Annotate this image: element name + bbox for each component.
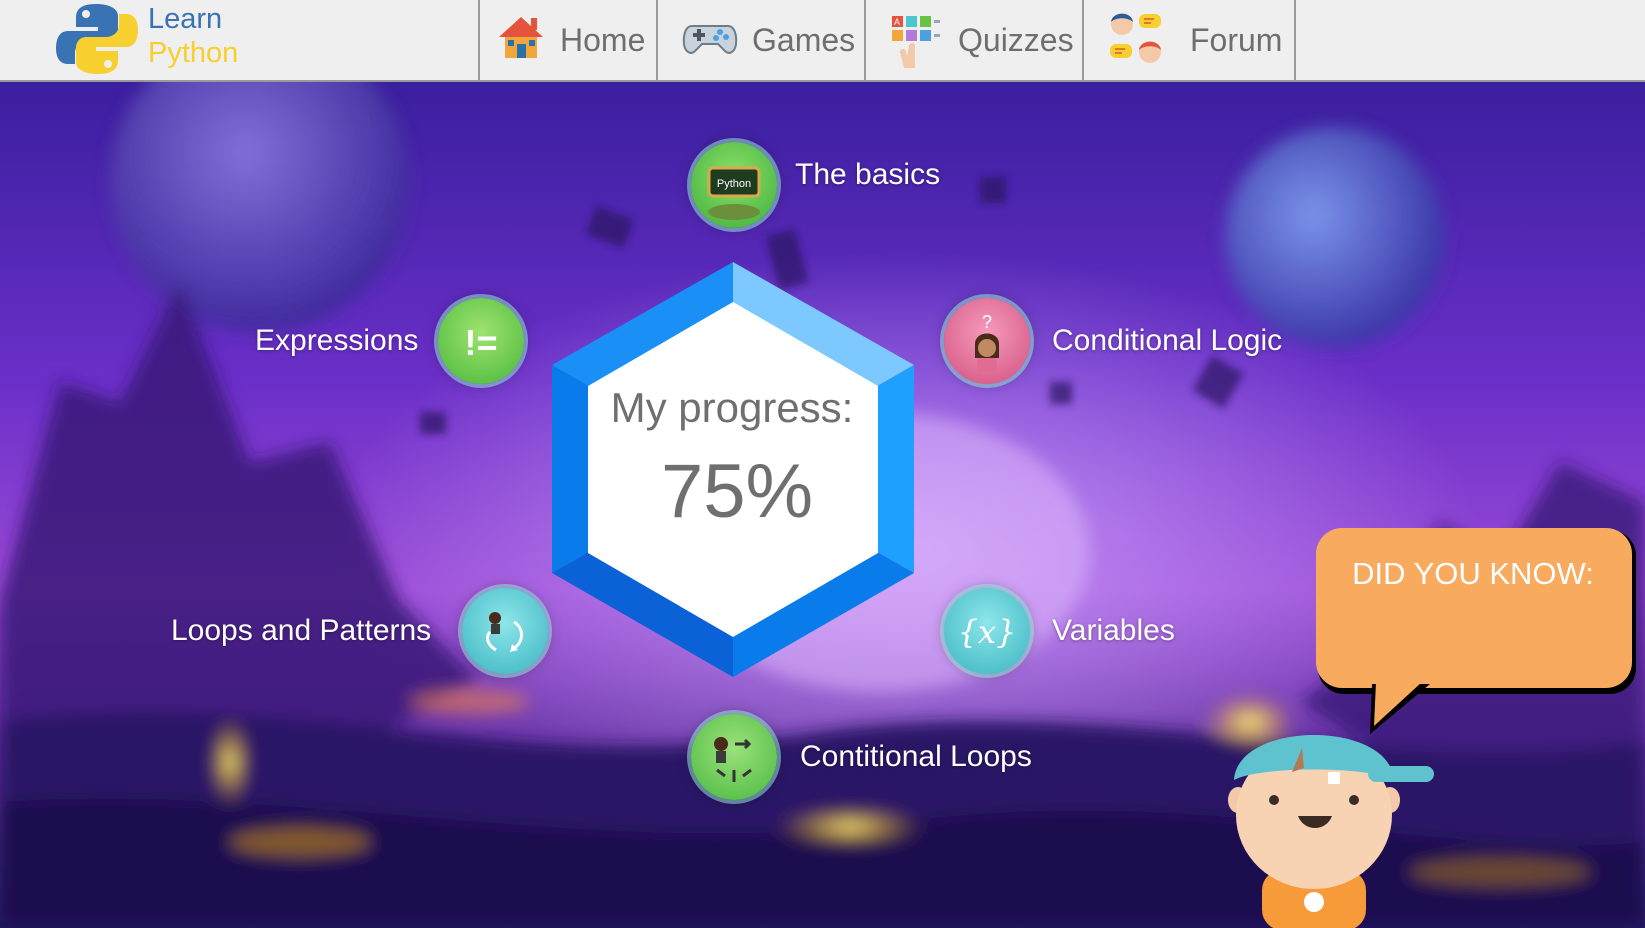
house-icon <box>499 17 543 58</box>
curly-x-icon: {x} <box>958 613 1017 651</box>
logo-text-learn: Learn <box>148 3 223 35</box>
skill-conditional-logic-button[interactable]: ? <box>944 298 1030 384</box>
nav-home-label: Home <box>560 21 646 58</box>
skill-conditional-loops-label[interactable]: Contitional Loops <box>800 740 1032 774</box>
logo-text-python: Python <box>148 37 239 69</box>
python-board-text: Python <box>717 178 751 190</box>
skill-the-basics-label[interactable]: The basics <box>795 158 940 192</box>
character-arrows-icon <box>714 737 752 782</box>
gamepad-icon <box>682 25 738 54</box>
skill-the-basics-button[interactable]: Python <box>691 142 777 228</box>
skill-expressions-label[interactable]: Expressions <box>255 324 418 358</box>
nav-games-label: Games <box>752 21 856 58</box>
curly-x-glyph: {x} <box>958 613 1017 651</box>
python-logo-icon <box>56 4 138 74</box>
not-equal-glyph: != <box>464 322 497 363</box>
mascot-boy-cap <box>1228 735 1434 928</box>
skill-variables-label[interactable]: Variables <box>1052 614 1175 648</box>
skill-conditional-logic-label[interactable]: Conditional Logic <box>1052 324 1282 358</box>
skill-loops-patterns-label[interactable]: Loops and Patterns <box>171 614 431 648</box>
quiz-cards-icon: A <box>892 16 940 68</box>
svg-text:A: A <box>894 17 900 27</box>
girl-question-icon: ? <box>975 312 999 372</box>
svg-text:?: ? <box>982 312 992 332</box>
skill-conditional-loops-button[interactable] <box>691 714 777 800</box>
nav-forum-label: Forum <box>1190 21 1283 58</box>
nav-quizzes-label: Quizzes <box>958 21 1074 58</box>
nav-games[interactable]: Games <box>656 0 866 80</box>
nav-home[interactable]: Home <box>478 0 658 80</box>
loop-arrows-icon <box>486 612 523 652</box>
not-equal-icon: != <box>464 322 497 363</box>
did-you-know-title: DID YOU KNOW: <box>1352 556 1594 591</box>
nav-quizzes[interactable]: A Quizzes <box>864 0 1084 80</box>
top-nav-bar: Learn Python Home Games A Quizzes Forum <box>0 0 1645 82</box>
python-board-icon: Python <box>707 166 761 220</box>
progress-percentage: 75% <box>660 449 814 534</box>
skill-loops-patterns-button[interactable] <box>462 588 548 674</box>
app-logo[interactable]: Learn Python <box>54 0 264 78</box>
chat-people-icon <box>1110 13 1161 63</box>
skill-expressions-button[interactable]: != <box>438 298 524 384</box>
nav-forum[interactable]: Forum <box>1082 0 1296 80</box>
skill-variables-button[interactable]: {x} <box>944 588 1030 674</box>
progress-title: My progress: <box>610 384 854 431</box>
